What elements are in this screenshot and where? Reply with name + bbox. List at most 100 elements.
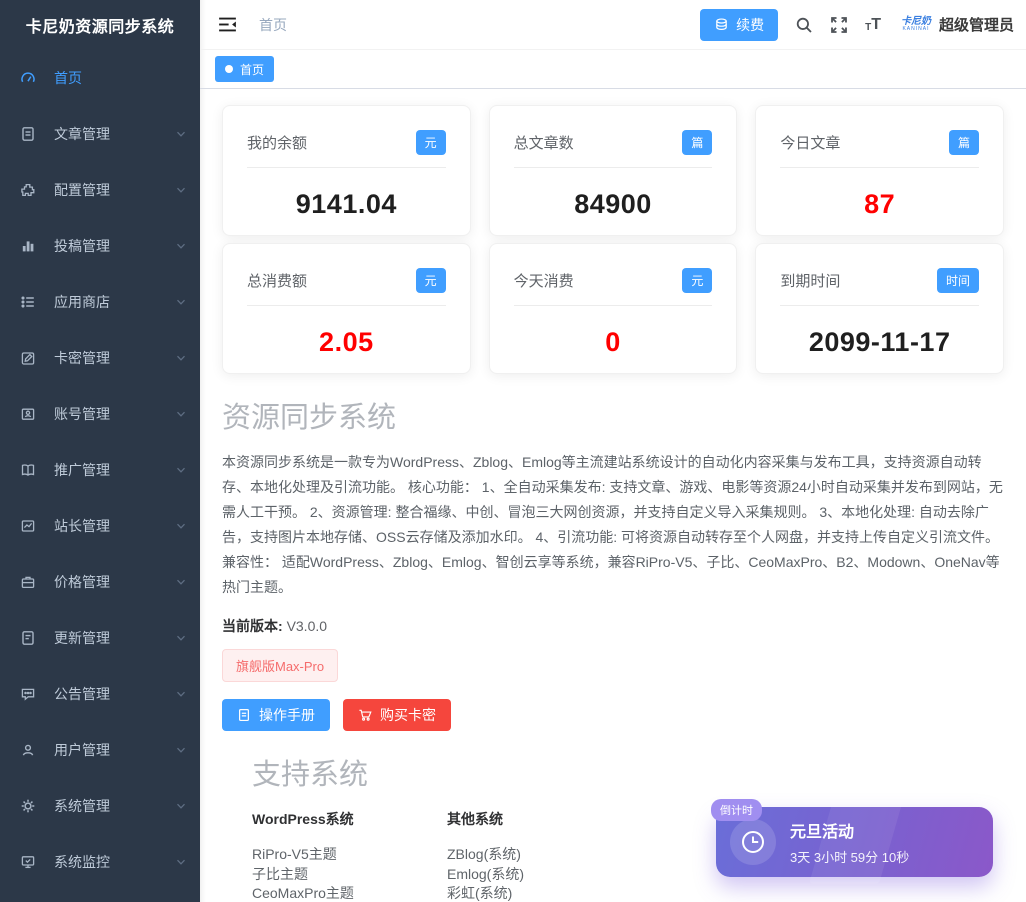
column-header: 其他系统 [447,809,540,829]
divider [514,305,713,306]
section-title-support: 支持系统 [252,751,1004,793]
sidebar-item-label: 推广管理 [54,460,110,480]
list-item: RiPro-V5主题 [252,845,447,865]
chevron-down-icon [176,185,186,195]
action-buttons: 操作手册 购买卡密 [222,699,1004,731]
sidebar-item-label: 用户管理 [54,740,110,760]
unit-badge: 元 [416,268,446,293]
sidebar-item-label: 应用商店 [54,292,110,312]
chevron-down-icon [176,745,186,755]
trend-chart-icon [20,518,40,534]
breadcrumb[interactable]: 首页 [259,15,287,35]
chevron-down-icon [176,689,186,699]
sidebar-item-label: 更新管理 [54,628,110,648]
buy-cardkey-button[interactable]: 购买卡密 [343,699,451,731]
chevron-down-icon [176,409,186,419]
stat-card-today-articles: 今日文章 篇 87 [755,105,1004,236]
stat-cards: 我的余额元 9141.04 总文章数篇 84900 今日文章篇 87 总消费额元… [222,105,1004,374]
sidebar-item-label: 系统管理 [54,796,110,816]
document-icon [20,126,40,142]
section-title-intro: 资源同步系统 [222,394,1004,436]
sidebar-item-webmaster[interactable]: 站长管理 [0,498,200,554]
divider [780,167,979,168]
unit-badge: 篇 [949,130,979,155]
sidebar-item-articles[interactable]: 文章管理 [0,106,200,162]
list-item: 彩虹(系统) [447,884,540,902]
stat-value: 2.05 [247,327,446,358]
sidebar-item-promotion[interactable]: 推广管理 [0,442,200,498]
renew-button[interactable]: 续费 [700,9,778,41]
cart-icon [358,708,372,722]
chat-icon [20,686,40,702]
stat-value: 87 [780,189,979,220]
sidebar-item-cardkeys[interactable]: 卡密管理 [0,330,200,386]
list-item: Emlog(系统) [447,865,540,885]
fullscreen-icon[interactable] [830,16,848,34]
unit-badge: 时间 [937,268,979,293]
manual-button[interactable]: 操作手册 [222,699,330,731]
coins-icon [714,17,729,32]
edit-icon [20,350,40,366]
stat-label: 今日文章 [780,132,840,153]
sidebar-item-label: 配置管理 [54,180,110,200]
file-icon [20,630,40,646]
search-icon[interactable] [795,16,813,34]
tab-home[interactable]: 首页 [215,56,274,82]
chevron-down-icon [176,129,186,139]
stat-label: 我的余额 [247,132,307,153]
chevron-down-icon [176,297,186,307]
version-value: V3.0.0 [287,618,327,634]
list-item: ZBlog(系统) [447,845,540,865]
font-size-icon[interactable]: TT [865,17,881,33]
sidebar-item-updates[interactable]: 更新管理 [0,610,200,666]
stat-card-balance: 我的余额元 9141.04 [222,105,471,236]
list-icon [20,294,40,310]
stat-label: 总文章数 [514,132,574,153]
sidebar-item-pricing[interactable]: 价格管理 [0,554,200,610]
stat-value: 9141.04 [247,189,446,220]
user-icon [20,742,40,758]
stat-value: 84900 [514,189,713,220]
chevron-down-icon [176,353,186,363]
sidebar-item-label: 首页 [54,68,82,88]
version-label: 当前版本: [222,618,283,634]
username: 超级管理员 [939,14,1014,35]
header: 首页 续费 TT 卡尼奶 KANINAI 超级管理员 [200,0,1026,50]
manual-doc-icon [237,708,251,722]
sidebar-item-accounts[interactable]: 账号管理 [0,386,200,442]
divider [514,167,713,168]
sidebar-item-monitor[interactable]: 系统监控 [0,834,200,890]
countdown-title: 元旦活动 [790,818,909,842]
stat-value: 2099-11-17 [780,327,979,358]
countdown-widget[interactable]: 倒计时 元旦活动 3天 3小时 59分 10秒 [716,807,993,877]
stat-card-total-articles: 总文章数篇 84900 [489,105,738,236]
divider [247,305,446,306]
main-area: 首页 续费 TT 卡尼奶 KANINAI 超级管理员 [200,0,1026,902]
version-line: 当前版本: V3.0.0 [222,616,1004,636]
sidebar-item-home[interactable]: 首页 [0,50,200,106]
sidebar-item-submissions[interactable]: 投稿管理 [0,218,200,274]
clock-icon [730,819,776,865]
sidebar-item-label: 账号管理 [54,404,110,424]
sidebar-item-config[interactable]: 配置管理 [0,162,200,218]
active-tab-dot-icon [225,65,233,73]
sidebar-collapse-icon[interactable] [214,12,241,37]
monitor-icon [20,854,40,870]
sidebar-item-announcements[interactable]: 公告管理 [0,666,200,722]
stat-card-expiry: 到期时间时间 2099-11-17 [755,243,1004,374]
column-header: WordPress系统 [252,809,447,829]
sidebar-item-appstore[interactable]: 应用商店 [0,274,200,330]
user-menu[interactable]: 卡尼奶 KANINAI 超级管理员 [898,14,1014,35]
support-column-wordpress: WordPress系统 RiPro-V5主题 子比主题 CeoMaxPro主题 … [252,809,447,902]
sidebar-item-system[interactable]: 系统管理 [0,778,200,834]
gear-icon [20,798,40,814]
brand-logo: 卡尼奶 KANINAI [898,17,934,32]
sidebar-item-users[interactable]: 用户管理 [0,722,200,778]
app-title: 卡尼奶资源同步系统 [0,0,200,50]
id-card-icon [20,406,40,422]
page-content: 我的余额元 9141.04 总文章数篇 84900 今日文章篇 87 总消费额元… [200,89,1026,902]
countdown-time: 3天 3小时 59分 10秒 [790,847,909,866]
stat-value: 0 [514,327,713,358]
countdown-info: 元旦活动 3天 3小时 59分 10秒 [790,818,909,866]
dashboard-icon [20,70,40,86]
